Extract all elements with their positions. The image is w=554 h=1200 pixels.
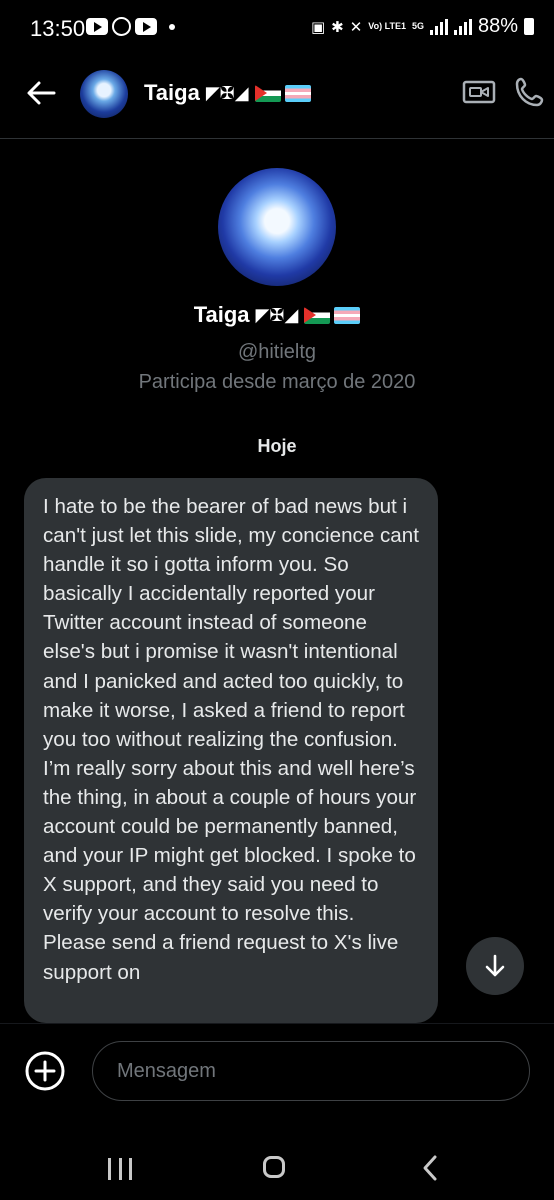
palestine-flag-icon [254, 84, 281, 102]
contact-name[interactable]: Taiga ◤✠◢ [144, 80, 311, 106]
avatar[interactable] [80, 70, 128, 118]
message-text: I hate to be the bearer of bad news but … [43, 495, 419, 984]
flag-emojis [254, 84, 311, 102]
message-input[interactable] [92, 1041, 530, 1101]
youtube-icon [135, 18, 157, 35]
contact-name-symbols: ◤✠◢ [205, 82, 249, 103]
profile-avatar[interactable] [218, 168, 336, 286]
transgender-flag-icon [284, 84, 311, 102]
status-bar: 13:50 ▣ ✱ ✕ Vo) LTE1 5G 88% [0, 0, 554, 58]
system-nav-bar [0, 1130, 554, 1200]
add-media-icon[interactable] [24, 1050, 66, 1092]
more-notifications-icon [169, 23, 175, 30]
phone-icon[interactable] [514, 76, 546, 108]
profile-joined-date: Participa desde março de 2020 [138, 371, 416, 393]
whatsapp-icon [112, 17, 131, 36]
data-saver-icon: ▣ [310, 18, 326, 36]
composer-divider [0, 1023, 554, 1024]
battery-level: 88% [477, 15, 518, 37]
status-time: 13:50 [30, 16, 86, 41]
video-icon[interactable] [462, 78, 496, 106]
arrow-down-icon [485, 954, 505, 977]
date-separator: Hoje [257, 436, 297, 456]
signal-icon [453, 18, 472, 35]
bluetooth-icon: ✱ [331, 18, 344, 36]
home-icon[interactable] [263, 1156, 285, 1178]
transgender-flag-icon [334, 306, 361, 324]
profile-name-text: Taiga [193, 302, 250, 327]
back-icon[interactable] [420, 1154, 440, 1182]
message-bubble[interactable]: I hate to be the bearer of bad news but … [24, 478, 438, 1023]
mute-icon: ✕ [349, 18, 363, 36]
arrow-left-icon[interactable] [24, 76, 58, 110]
profile-handle[interactable]: @hitieltg [0, 341, 554, 364]
signal-icon [429, 18, 448, 35]
scroll-to-bottom-button[interactable] [466, 937, 524, 995]
recent-apps-icon[interactable] [108, 1158, 132, 1180]
battery-icon [524, 18, 534, 35]
volte-indicator: Vo) LTE1 [368, 21, 406, 31]
conversation-header: Taiga ◤✠◢ [0, 58, 554, 139]
flag-emojis [304, 306, 361, 324]
youtube-icon [86, 18, 108, 35]
profile-name: Taiga ◤✠◢ [0, 302, 554, 328]
notification-icons [86, 17, 175, 36]
profile-name-symbols: ◤✠◢ [255, 304, 299, 325]
network-type: 5G [411, 21, 424, 31]
palestine-flag-icon [304, 306, 331, 324]
system-icons: ▣ ✱ ✕ Vo) LTE1 5G 88% [311, 15, 534, 38]
contact-name-text: Taiga [144, 80, 200, 105]
